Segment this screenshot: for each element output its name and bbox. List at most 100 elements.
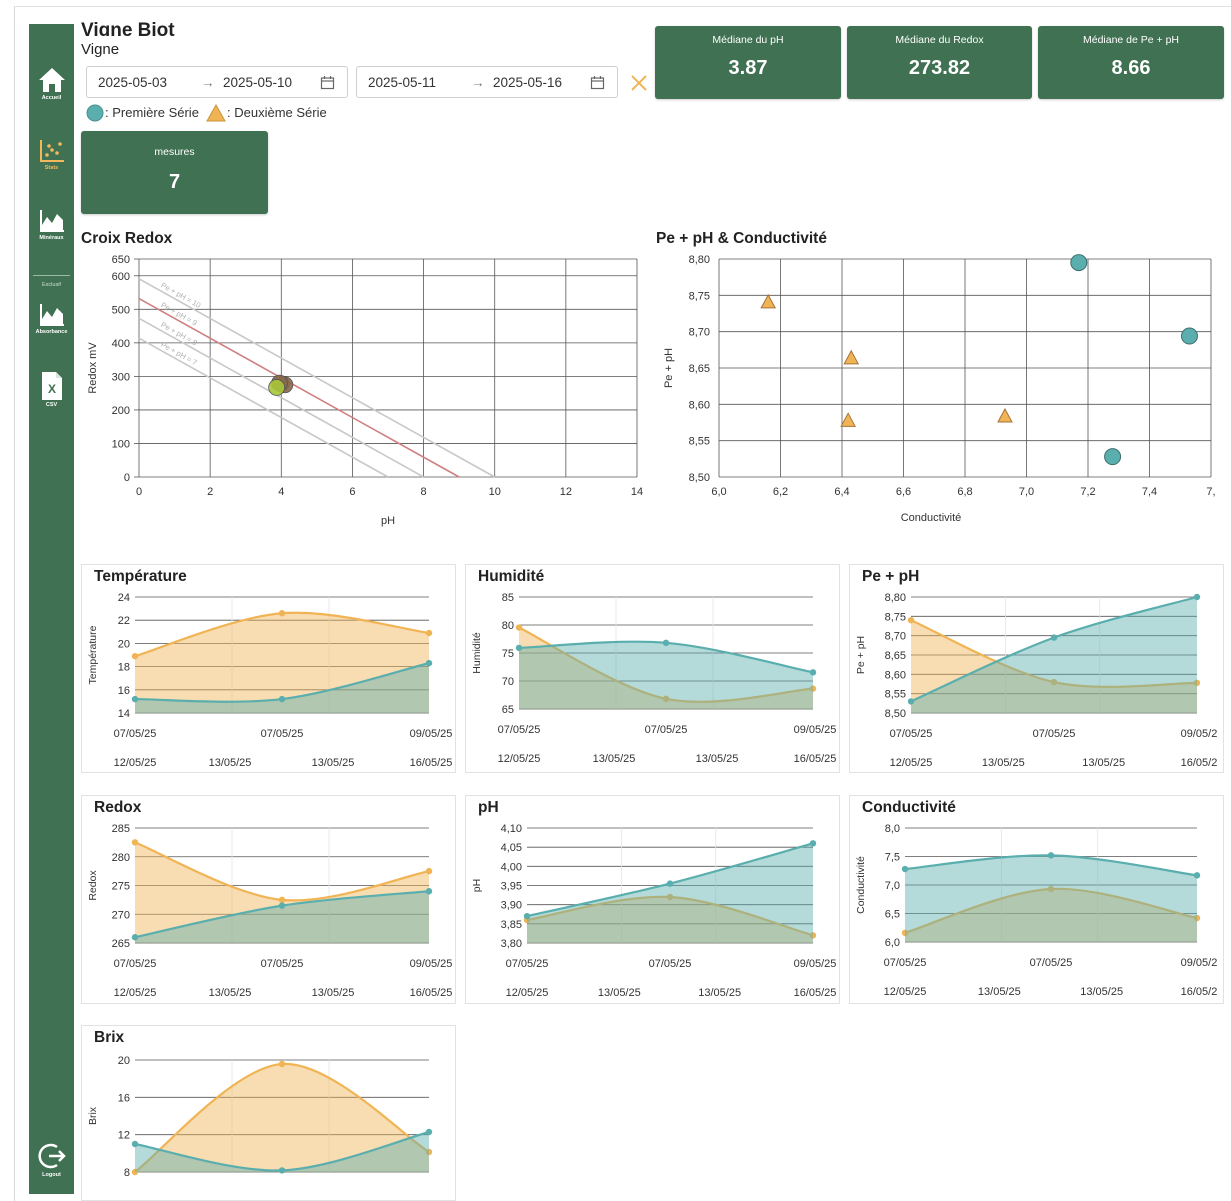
series2-triangle-icon: [206, 104, 226, 122]
x-tick-label: 16/05/2: [1181, 986, 1218, 998]
x-tick-label: 4: [278, 486, 284, 498]
x-tick-label: 12/05/25: [498, 753, 541, 765]
x-tick-label: 13/05/25: [593, 753, 636, 765]
y-axis-label: Température: [87, 625, 99, 684]
x-tick-label: 07/05/25: [1033, 728, 1076, 740]
y-tick-label: 275: [112, 881, 130, 893]
x-tick-label: 16/05/2: [1181, 757, 1218, 769]
y-tick-label: 8,55: [689, 436, 710, 448]
logout-button[interactable]: Logout: [29, 1141, 74, 1178]
kpi-label: Médiane du pH: [712, 34, 784, 46]
x-tick-label: 6,6: [896, 486, 911, 498]
x-tick-label: 7,: [1206, 486, 1215, 498]
svg-text:X: X: [47, 382, 55, 396]
y-tick-label: 285: [112, 823, 130, 835]
conductivite-chart: 6,0 6,5 7,0 7,5 8,0 Conductivité 07/05/25 07/05…: [855, 823, 1218, 998]
date-range-picker-1[interactable]: 2025-05-03 → 2025-05-10: [86, 66, 348, 98]
x-tick-label: 7,0: [1019, 486, 1034, 498]
series1-point: [809, 669, 817, 676]
reference-line: [138, 337, 389, 478]
x-tick-label: 07/05/25: [261, 958, 304, 970]
x-tick-label: 13/05/25: [1082, 757, 1125, 769]
series1-point: [131, 934, 139, 941]
chart-card-temperature: Température 14 16 18 20 22 24 Température 07/05…: [81, 564, 456, 773]
y-axis-label: Conductivité: [855, 856, 867, 914]
calendar-icon[interactable]: [590, 75, 605, 90]
sidebar-item-csv[interactable]: X CSV: [29, 371, 74, 408]
y-tick-label: 3,80: [501, 938, 522, 950]
series1-point: [278, 1167, 286, 1174]
y-tick-label: 22: [118, 615, 130, 627]
range-arrow: →: [471, 75, 485, 90]
croix-redox-chart: 0 2 4 6 8 10 12 140100200300400500600650Pe + pH…: [87, 254, 643, 527]
x-tick-label: 09/05/25: [794, 958, 837, 970]
y-tick-label: 20: [118, 638, 130, 650]
series2-point: [278, 1060, 286, 1068]
x-tick-label: 07/05/25: [1030, 957, 1073, 969]
series1-point: [515, 644, 523, 652]
y-tick-label: 0: [124, 472, 130, 484]
y-tick-label: 8,60: [689, 399, 710, 411]
x-tick-label: 09/05/25: [410, 728, 453, 740]
y-tick-label: 4,05: [501, 842, 522, 854]
sidebar-item-accueil[interactable]: Accueil: [29, 66, 74, 101]
clear-range-icon[interactable]: [629, 73, 649, 93]
sidebar-item-stats[interactable]: Stats: [29, 138, 74, 171]
series2-point: [278, 610, 286, 617]
x-tick-label: 12: [560, 486, 572, 498]
x-axis-label: pH: [381, 515, 395, 527]
ph-chart: 3,80 3,85 3,90 3,95 4,00 4,05 4,10 pH 07/05/25 07…: [471, 823, 837, 999]
x-tick-label: 2: [207, 486, 213, 498]
sidebar-item-absorbance[interactable]: Absorbance: [29, 302, 74, 335]
y-tick-label: 500: [112, 304, 130, 316]
range1-end[interactable]: 2025-05-10: [223, 75, 292, 90]
x-tick-label: 13/05/25: [598, 987, 641, 999]
x-tick-label: 13/05/25: [982, 757, 1025, 769]
y-tick-label: 8,65: [885, 650, 906, 662]
data-point: [1180, 327, 1198, 345]
y-axis-label: Brix: [87, 1106, 99, 1125]
data-point: [760, 293, 777, 309]
y-tick-label: 75: [502, 648, 514, 660]
kpi-value: 7: [168, 171, 181, 193]
sidebar-section-exclusif: Exclusif: [29, 281, 74, 288]
y-tick-label: 18: [118, 662, 130, 674]
x-tick-label: 07/05/25: [261, 728, 304, 740]
series1-point: [901, 865, 909, 873]
chart-title: Croix Redox: [81, 230, 173, 247]
y-tick-label: 65: [502, 704, 514, 716]
sidebar-section-label: Exclusif: [42, 282, 61, 288]
y-tick-label: 3,90: [501, 900, 522, 912]
range1-start[interactable]: 2025-05-03: [98, 75, 167, 90]
y-tick-label: 6,5: [885, 909, 900, 921]
data-point: [840, 412, 856, 427]
y-tick-label: 650: [112, 254, 130, 266]
x-tick-label: 13/05/25: [978, 986, 1021, 998]
sidebar-item-label: Absorbance: [35, 329, 68, 335]
y-tick-label: 8,65: [689, 363, 710, 375]
range2-end[interactable]: 2025-05-16: [493, 75, 562, 90]
sidebar-item-mineraux[interactable]: Minéraux: [29, 208, 74, 241]
y-tick-label: 8,50: [689, 472, 710, 484]
pe-ph-chart: 8,50 8,55 8,60 8,65 8,70 8,75 8,80 Pe + pH 07/05…: [855, 592, 1218, 769]
y-tick-label: 280: [112, 852, 130, 864]
x-tick-label: 07/05/25: [498, 724, 541, 736]
y-tick-label: 7,0: [885, 880, 900, 892]
chart-card-brix: Brix 8 12 16 20 Brix: [81, 1025, 456, 1201]
kpi-label: mesures: [154, 146, 195, 158]
chart-card-ph: pH 3,80 3,85 3,90 3,95 4,00 4,05 4,10 pH 07/05/2…: [465, 795, 840, 1004]
series1-point: [1193, 593, 1201, 601]
y-tick-label: 7,5: [885, 852, 900, 864]
y-tick-label: 85: [502, 592, 514, 604]
x-tick-label: 07/05/25: [114, 728, 157, 740]
y-tick-label: 24: [118, 592, 130, 604]
y-tick-label: 8,55: [885, 689, 906, 701]
x-tick-label: 16/05/25: [410, 757, 453, 769]
x-tick-label: 7,4: [1142, 486, 1157, 498]
y-tick-label: 16: [118, 1092, 130, 1104]
kpi-label: Médiane de Pe + pH: [1082, 34, 1180, 46]
calendar-icon[interactable]: [320, 75, 335, 90]
range2-start[interactable]: 2025-05-11: [368, 75, 436, 90]
date-range-picker-2[interactable]: 2025-05-11 → 2025-05-16: [356, 66, 618, 98]
x-tick-label: 13/05/25: [1080, 986, 1123, 998]
